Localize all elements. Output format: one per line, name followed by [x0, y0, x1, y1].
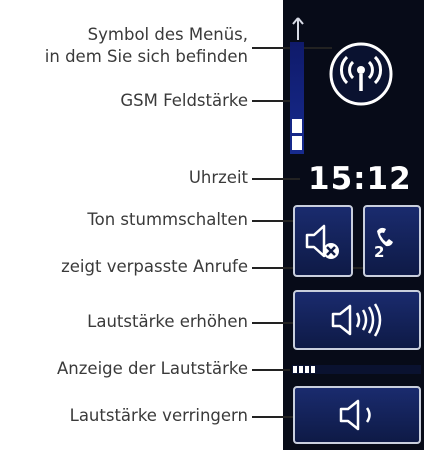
broadcast-antenna-icon	[329, 42, 393, 106]
missed-calls-button[interactable]	[363, 205, 421, 277]
gsm-signal-label: GSM Feldstärke	[120, 91, 248, 110]
gsm-signal-bar	[290, 42, 304, 154]
clock-display: 15:12	[308, 161, 412, 197]
speaker-quiet-icon	[339, 399, 371, 431]
leader-line-time	[252, 178, 300, 180]
leader-line-gsm	[252, 100, 294, 102]
speaker-muted-icon	[305, 224, 339, 259]
leader-line-volume-up	[252, 322, 296, 324]
volume-up-button[interactable]	[293, 290, 421, 350]
volume-display-label: Anzeige der Lautstärke	[57, 359, 248, 378]
leader-line-mute	[252, 220, 296, 222]
volume-down-label: Lautstärke verringern	[69, 406, 248, 425]
volume-level-bar	[292, 365, 421, 374]
volume-level-segment	[311, 366, 315, 373]
volume-up-label: Lautstärke erhöhen	[87, 312, 248, 331]
leader-line-volume-down	[252, 416, 296, 418]
menu-symbol-label-line2: in dem Sie sich befinden	[44, 47, 248, 66]
missed-calls-count: 2	[374, 243, 385, 261]
phone-handset-icon	[377, 227, 393, 247]
mute-button[interactable]	[293, 205, 353, 277]
leader-line-volume-display	[252, 369, 290, 371]
time-label: Uhrzeit	[188, 168, 248, 187]
volume-level-segment	[305, 366, 309, 373]
mute-label: Ton stummschalten	[87, 210, 248, 229]
missed-calls-label: zeigt verpasste Anrufe	[61, 257, 248, 276]
volume-level-segment	[293, 366, 297, 373]
speaker-loud-icon	[331, 303, 382, 337]
gsm-signal-segment	[292, 119, 302, 133]
gsm-signal-segment	[292, 136, 302, 150]
menu-symbol-label-line1: Symbol des Menüs,	[87, 25, 248, 44]
volume-level-segment	[299, 366, 303, 373]
antenna-icon	[292, 17, 304, 40]
volume-down-button[interactable]	[293, 386, 421, 444]
gsm-signal-fill	[292, 119, 302, 150]
